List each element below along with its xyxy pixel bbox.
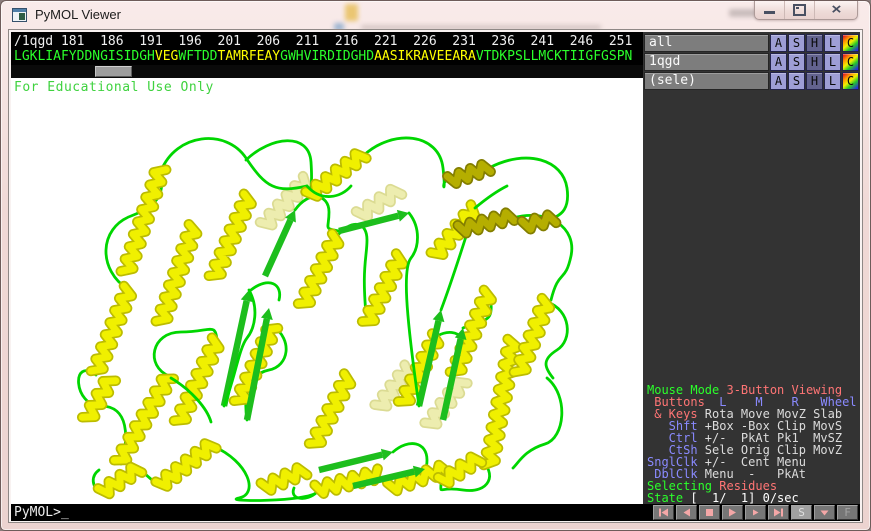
pymol-window: PyMOL Viewer × /1qgd 181 186 191 196 201… <box>0 0 871 531</box>
hide-menu-button[interactable]: H <box>806 53 823 71</box>
stop-button[interactable] <box>699 505 720 520</box>
step-forward-button[interactable] <box>745 505 766 520</box>
step-fwd-icon <box>753 509 759 516</box>
object-label[interactable]: all <box>644 34 769 52</box>
object-row-sele: (sele) A S H L C <box>644 72 859 90</box>
menu-down-icon <box>820 510 829 516</box>
skip-end-icon <box>774 508 783 517</box>
action-menu-button[interactable]: A <box>770 53 787 71</box>
object-row-1qgd: 1qgd A S H L C <box>644 53 859 71</box>
window-content: /1qgd 181 186 191 196 201 206 211 216 22… <box>8 29 863 523</box>
command-prompt[interactable]: PyMOL>_ <box>11 505 69 520</box>
step-back-icon <box>683 508 690 517</box>
desktop-artifact <box>345 4 358 21</box>
side-panel: all A S H L C 1qgd A S H L C (sele) A S H L C Mouse Mode … <box>643 32 860 504</box>
sequence-scrollbar-thumb[interactable] <box>95 66 132 77</box>
color-menu-button[interactable]: C <box>842 72 859 90</box>
step-back-button[interactable] <box>676 505 697 520</box>
sequence-segment[interactable]: LGKLIAFYDDNGISIDGH <box>14 49 155 64</box>
sequence-ruler: /1qgd 181 186 191 196 201 206 211 216 22… <box>14 34 633 49</box>
maximize-icon <box>793 3 806 16</box>
f-button[interactable]: F <box>837 505 858 520</box>
object-list: all A S H L C 1qgd A S H L C (sele) A S H L C <box>643 32 860 90</box>
sequence-segment[interactable]: VTDKPSLLMCKTIIGFGSPN <box>476 49 633 64</box>
sequence-segment[interactable]: TAMRFEAY <box>218 49 281 64</box>
desktop-artifact <box>334 23 344 30</box>
play-icon <box>729 508 736 517</box>
object-label[interactable]: (sele) <box>644 72 769 90</box>
sequence-segment[interactable]: GWHVIRDIDGHD <box>280 49 374 64</box>
protein-structure <box>76 136 574 502</box>
skip-start-icon <box>659 508 668 517</box>
show-menu-button[interactable]: S <box>788 34 805 52</box>
show-menu-button[interactable]: S <box>788 72 805 90</box>
hide-menu-button[interactable]: H <box>806 34 823 52</box>
action-menu-button[interactable]: A <box>770 72 787 90</box>
show-menu-button[interactable]: S <box>788 53 805 71</box>
color-menu-button[interactable]: C <box>842 53 859 71</box>
label-menu-button[interactable]: L <box>824 34 841 52</box>
window-title: PyMOL Viewer <box>35 7 121 22</box>
label-menu-button[interactable]: L <box>824 53 841 71</box>
menu-button[interactable] <box>814 505 835 520</box>
window-controls: × <box>754 1 858 20</box>
command-bar: PyMOL>_ SF <box>11 504 860 521</box>
sequence-text[interactable]: LGKLIAFYDDNGISIDGHVEGWFTDDTAMRFEAYGWHVIR… <box>11 50 643 64</box>
close-icon: × <box>830 1 842 18</box>
s-button[interactable]: S <box>791 505 812 520</box>
object-row-all: all A S H L C <box>644 34 859 52</box>
playback-controls: SF <box>653 505 860 520</box>
titlebar[interactable]: PyMOL Viewer × <box>1 1 870 30</box>
skip-to-end-button[interactable] <box>768 505 789 520</box>
skip-to-start-button[interactable] <box>653 505 674 520</box>
mouse-mode-panel[interactable]: Mouse Mode 3-Button Viewing Buttons L M … <box>643 384 860 504</box>
maximize-button[interactable] <box>785 1 815 19</box>
minimize-button[interactable] <box>755 1 785 19</box>
minimize-icon <box>764 11 775 14</box>
mouse-panel-line: State [ 1/ 1] 0/sec <box>647 491 799 504</box>
app-icon[interactable] <box>12 8 27 22</box>
watermark: For Educational Use Only <box>14 80 214 95</box>
sequence-scrollbar[interactable] <box>11 65 643 78</box>
sequence-segment[interactable]: WFTDD <box>178 49 217 64</box>
label-menu-button[interactable]: L <box>824 72 841 90</box>
action-menu-button[interactable]: A <box>770 34 787 52</box>
hide-menu-button[interactable]: H <box>806 72 823 90</box>
sequence-bar: /1qgd 181 186 191 196 201 206 211 216 22… <box>11 32 643 78</box>
close-button[interactable]: × <box>815 1 857 19</box>
sequence-segment[interactable]: AASIKRAVEEARA <box>374 49 476 64</box>
object-label[interactable]: 1qgd <box>644 53 769 71</box>
stop-icon <box>706 509 713 516</box>
play-button[interactable] <box>722 505 743 520</box>
color-menu-button[interactable]: C <box>842 34 859 52</box>
viewport-3d[interactable]: For Educational Use Only <box>11 78 643 504</box>
sequence-segment[interactable]: VEG <box>155 49 178 64</box>
